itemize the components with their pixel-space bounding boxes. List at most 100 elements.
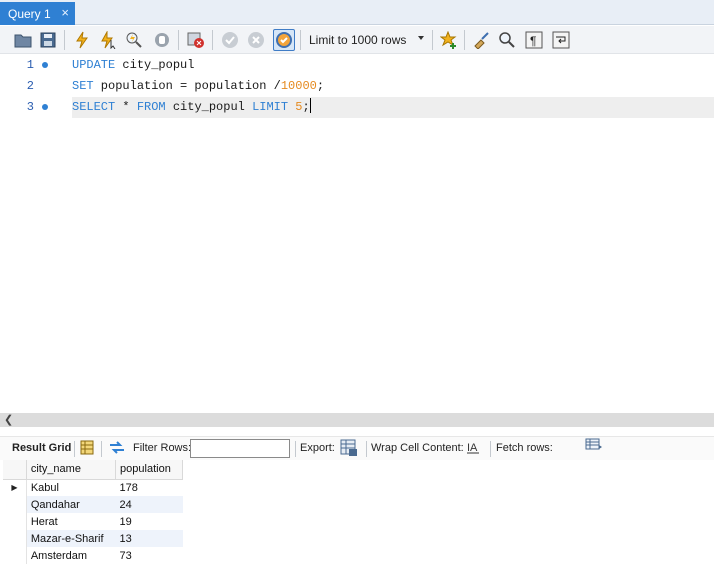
toolbar-separator: [295, 441, 296, 457]
toolbar-separator: [432, 30, 433, 50]
rollback-button[interactable]: [245, 29, 267, 51]
star-plus-icon: [440, 31, 457, 49]
cell-population[interactable]: 178: [116, 479, 183, 496]
execute-all-button[interactable]: [71, 29, 93, 51]
cell-population[interactable]: 73: [116, 547, 183, 564]
commit-button[interactable]: [219, 29, 241, 51]
row-limit-select[interactable]: Limit to 1000 rows: [303, 30, 428, 50]
table-row[interactable]: Herat 19: [3, 513, 183, 530]
statement-marker-icon: [42, 62, 48, 68]
line-number: 3: [26, 100, 34, 114]
row-marker: [3, 530, 27, 547]
cell-population[interactable]: 13: [115, 530, 183, 547]
wrap-icon: [552, 31, 570, 49]
wrap-cell-icon[interactable]: IA: [466, 440, 480, 458]
code-line: 1 UPDATE city_popul: [0, 55, 714, 76]
open-file-button[interactable]: [12, 29, 34, 51]
fetch-rows-label: Fetch rows:: [496, 442, 553, 454]
table-row[interactable]: Amsterdam 73: [3, 547, 183, 564]
row-marker: [3, 496, 27, 513]
code-line: 3 SELECT * FROM city_popul LIMIT 5;: [0, 97, 714, 118]
cell-city-name[interactable]: Herat: [26, 513, 115, 530]
explain-button[interactable]: [123, 29, 145, 51]
toolbar-separator: [64, 30, 65, 50]
cell-city-name[interactable]: Mazar-e-Sharif: [26, 530, 116, 547]
toolbar-separator: [74, 441, 75, 457]
toolbar-separator: [490, 441, 491, 457]
wrap-cell-content-label: Wrap Cell Content:: [371, 442, 464, 454]
fetch-rows-icon[interactable]: [585, 437, 603, 455]
editor-horizontal-scrollbar[interactable]: ❮: [0, 413, 714, 427]
sql-editor-toolbar: Limit to 1000 rows ¶: [0, 26, 714, 54]
close-tab-icon[interactable]: ×: [61, 5, 69, 20]
filter-rows-label: Filter Rows:: [133, 442, 192, 454]
cell-city-name[interactable]: Qandahar: [26, 496, 116, 513]
invisible-chars-button[interactable]: ¶: [523, 29, 545, 51]
scroll-left-icon[interactable]: ❮: [4, 413, 13, 427]
broom-icon: [474, 32, 489, 49]
sql-number: 10000: [280, 79, 317, 93]
word-wrap-button[interactable]: [550, 29, 572, 51]
sql-text: population = population /: [93, 79, 281, 93]
sql-keyword: UPDATE: [72, 58, 116, 72]
hand-stop-icon: [155, 33, 169, 47]
autocommit-icon: [276, 32, 292, 48]
toolbar-separator: [300, 30, 301, 50]
row-marker: [3, 513, 27, 530]
table-row[interactable]: Mazar-e-Sharif 13: [3, 530, 183, 547]
sql-keyword: SELECT: [72, 100, 116, 114]
sql-text: ;: [316, 79, 325, 93]
stop-on-error-icon: [187, 32, 204, 48]
row-limit-value: Limit to 1000 rows: [309, 33, 407, 47]
add-snippet-button[interactable]: [438, 29, 460, 51]
execute-current-button[interactable]: [97, 29, 119, 51]
text-caret: [309, 98, 311, 113]
result-grid-label: Result Grid: [12, 442, 72, 454]
beautify-button[interactable]: [470, 29, 492, 51]
table-row[interactable]: ▶ Kabul 178: [3, 479, 183, 496]
magnifier-lightning-icon: [126, 32, 142, 48]
export-icon[interactable]: [340, 439, 358, 460]
result-grid[interactable]: city_name population ▶ Kabul 178 Qandaha…: [3, 460, 183, 564]
sql-text: ;: [302, 100, 310, 114]
toolbar-separator: [101, 441, 102, 457]
row-marker: [3, 547, 27, 564]
cell-city-name[interactable]: Kabul: [26, 479, 115, 496]
grid-header-row: city_name population: [3, 460, 183, 480]
tab-query-1[interactable]: Query 1 ×: [0, 2, 75, 25]
refresh-icon[interactable]: [108, 440, 126, 458]
line-number: 1: [26, 58, 34, 72]
toolbar-separator: [464, 30, 465, 50]
statement-marker-icon: [42, 104, 48, 110]
sql-keyword: FROM: [136, 100, 166, 114]
autocommit-toggle[interactable]: [273, 29, 295, 51]
cell-population[interactable]: 19: [116, 513, 183, 530]
cell-population[interactable]: 24: [115, 496, 183, 513]
column-header-city-name[interactable]: city_name: [26, 460, 117, 480]
sql-keyword: SET: [72, 79, 94, 93]
save-button[interactable]: [37, 29, 59, 51]
filter-rows-input[interactable]: [190, 439, 290, 458]
row-marker-header: [3, 460, 27, 480]
stop-button[interactable]: [151, 29, 173, 51]
sql-keyword: LIMIT: [252, 100, 289, 114]
current-row-arrow-icon: ▶: [3, 479, 27, 496]
column-header-population[interactable]: population: [115, 460, 183, 480]
sql-editor[interactable]: 1 UPDATE city_popul 2 SET population = p…: [0, 55, 714, 412]
find-button[interactable]: [496, 29, 518, 51]
cell-city-name[interactable]: Amsterdam: [26, 547, 115, 564]
export-label: Export:: [300, 442, 335, 454]
cancel-circle-icon: [248, 32, 264, 48]
svg-text:¶: ¶: [530, 34, 536, 48]
svg-text:IA: IA: [467, 442, 478, 454]
toolbar-separator: [178, 30, 179, 50]
toolbar-separator: [366, 441, 367, 457]
grid-view-icon[interactable]: [80, 440, 94, 458]
pilcrow-icon: ¶: [525, 31, 543, 49]
table-row[interactable]: Qandahar 24: [3, 496, 183, 513]
floppy-disk-icon: [40, 32, 56, 48]
toggle-error-stop-button[interactable]: [185, 29, 207, 51]
dropdown-arrow-icon: [418, 36, 424, 40]
line-number: 2: [26, 79, 34, 93]
search-icon: [499, 32, 515, 48]
